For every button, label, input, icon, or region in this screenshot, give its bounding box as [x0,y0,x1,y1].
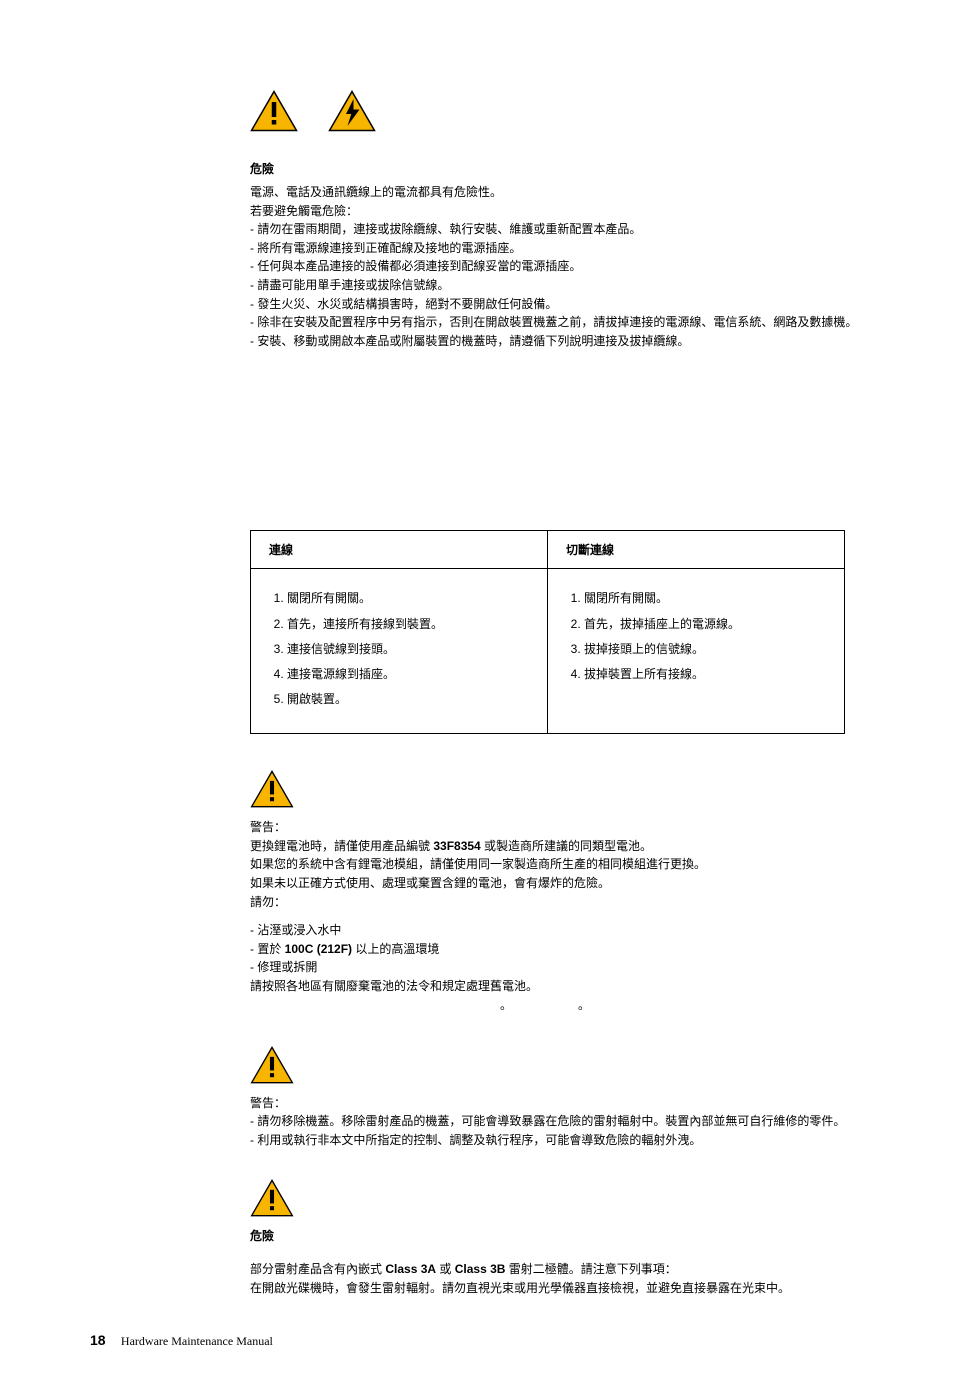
danger-section-1: 危險 電源、電話及通訊纜線上的電流都具有危險性。 若要避免觸電危險： - 請勿在… [250,160,869,350]
caution-icon [250,1179,294,1217]
caution-line: - 利用或執行非本文中所指定的控制、調整及執行程序，可能會導致危險的輻射外洩。 [250,1131,869,1150]
caution-line: 請按照各地區有關廢棄電池的法令和規定處理舊電池。 [250,977,869,996]
list-item: 連接電源線到插座。 [287,665,529,684]
caution-bullet: - 沾溼或浸入水中 [250,921,869,940]
page-footer: 18 Hardware Maintenance Manual [90,1332,273,1349]
shock-hazard-icon [328,90,376,132]
list-item: 開啟裝置。 [287,690,529,709]
danger-line: - 任何與本產品連接的設備都必須連接到配線妥當的電源插座。 [250,257,869,276]
table-cell-connect: 關閉所有開關。 首先，連接所有接線到裝置。 連接信號線到接頭。 連接電源線到插座… [251,569,548,734]
danger-line: - 發生火災、水災或結構損害時，絕對不要開啟任何設備。 [250,295,869,314]
danger-line: - 除非在安裝及配置程序中另有指示，否則在開啟裝置機蓋之前，請拔掉連接的電源線、… [250,313,869,332]
list-item: 拔掉接頭上的信號線。 [584,640,826,659]
list-item: 拔掉裝置上所有接線。 [584,665,826,684]
table-header-disconnect: 切斷連線 [548,531,845,569]
caution-line: 更換鋰電池時，請僅使用產品編號 33F8354 或製造商所建議的同類型電池。 [250,837,869,856]
caution-icon [250,770,294,808]
danger-section-2: 危險 部分雷射產品含有內嵌式 Class 3A 或 Class 3B 雷射二極體… [250,1179,869,1297]
caution-section-2: 警告： - 請勿移除機蓋。移除雷射產品的機蓋，可能會導致暴露在危險的雷射輻射中。… [250,1046,869,1150]
footer-title: Hardware Maintenance Manual [121,1334,273,1348]
caution-title: 警告： [250,818,869,837]
caution-icon [250,90,298,132]
caution-bullet: - 置於 100C (212F) 以上的高溫環境 [250,940,869,959]
danger-line: - 請盡可能用單手連接或拔除信號線。 [250,276,869,295]
list-item: 首先，拔掉插座上的電源線。 [584,615,826,634]
list-item: 首先，連接所有接線到裝置。 [287,615,529,634]
table-cell-disconnect: 關閉所有開關。 首先，拔掉插座上的電源線。 拔掉接頭上的信號線。 拔掉裝置上所有… [548,569,845,734]
caution-bullet: - 修理或拆開 [250,958,869,977]
caution-line: 如果未以正確方式使用、處理或棄置含鋰的電池，會有爆炸的危險。 [250,874,869,893]
table-header-connect: 連線 [251,531,548,569]
list-item: 關閉所有開關。 [287,589,529,608]
degree-marks: 。 。 [250,996,869,1016]
danger-line: - 安裝、移動或開啟本產品或附屬裝置的機蓋時，請遵循下列說明連接及拔掉纜線。 [250,332,869,351]
danger-line: 電源、電話及通訊纜線上的電流都具有危險性。 [250,183,869,202]
danger-line: 若要避免觸電危險： [250,202,869,221]
danger-title: 危險 [250,1227,869,1246]
danger-line: - 請勿在雷雨期間，連接或拔除纜線、執行安裝、維護或重新配置本產品。 [250,220,869,239]
caution-section-1: 警告： 更換鋰電池時，請僅使用產品編號 33F8354 或製造商所建議的同類型電… [250,770,869,1015]
hazard-icons-row [250,90,869,132]
caution-line: - 請勿移除機蓋。移除雷射產品的機蓋，可能會導致暴露在危險的雷射輻射中。裝置內部… [250,1112,869,1131]
list-item: 連接信號線到接頭。 [287,640,529,659]
danger-title: 危險 [250,160,869,177]
page-number: 18 [90,1332,106,1348]
caution-line: 如果您的系統中含有鋰電池模組，請僅使用同一家製造商所生產的相同模組進行更換。 [250,855,869,874]
list-item: 關閉所有開關。 [584,589,826,608]
danger-line: 在開啟光碟機時，會發生雷射輻射。請勿直視光束或用光學儀器直接檢視，並避免直接暴露… [250,1279,869,1298]
connect-disconnect-table: 連線 切斷連線 關閉所有開關。 首先，連接所有接線到裝置。 連接信號線到接頭。 … [250,530,845,734]
caution-icon [250,1046,294,1084]
danger-line: - 將所有電源線連接到正確配線及接地的電源插座。 [250,239,869,258]
danger-line: 部分雷射產品含有內嵌式 Class 3A 或 Class 3B 雷射二極體。請注… [250,1260,869,1279]
caution-title: 警告： [250,1094,869,1113]
caution-line: 請勿： [250,893,869,912]
